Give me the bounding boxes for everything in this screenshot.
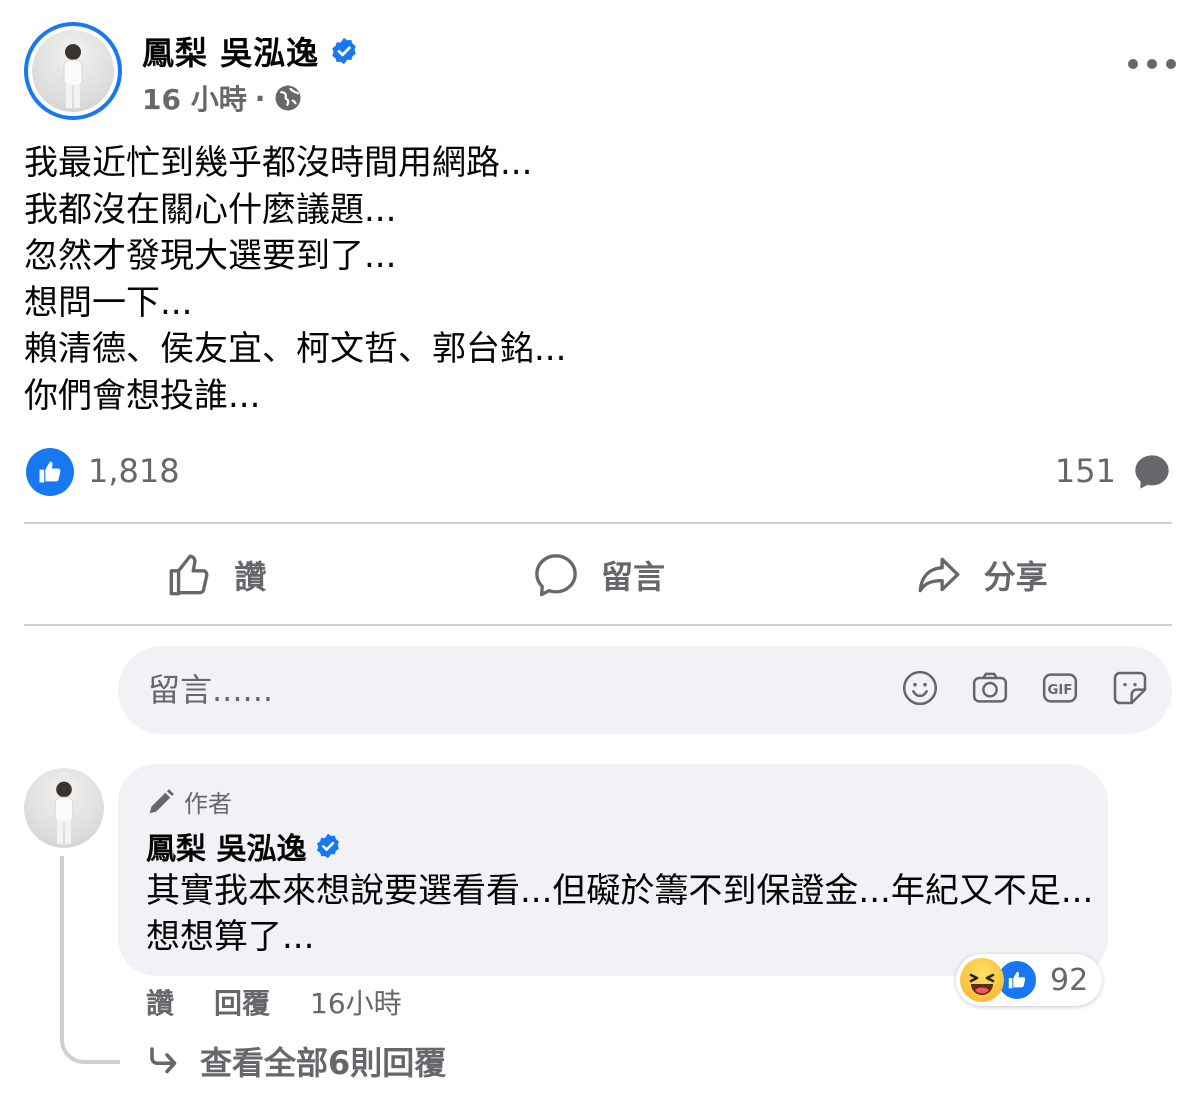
like-label: 讚	[234, 558, 267, 596]
commenter-avatar[interactable]	[24, 768, 104, 848]
like-reaction-icon[interactable]	[26, 448, 74, 496]
comment-icon	[535, 554, 577, 597]
comment-reply-button[interactable]: 回覆	[214, 982, 270, 1022]
comment-input[interactable]	[148, 666, 848, 714]
post-stats: 1,818 151	[24, 448, 1172, 498]
author-avatar[interactable]	[24, 22, 122, 120]
comment-count[interactable]: 151	[1055, 452, 1116, 490]
comment-button[interactable]: 留言	[407, 526, 790, 624]
post-meta: 16 小時 ·	[142, 78, 303, 118]
post-line: 你們會想投誰...	[24, 375, 261, 416]
share-button[interactable]: 分享	[789, 526, 1172, 624]
post-line: 忽然才發現大選要到了...	[24, 236, 397, 276]
post-line: 賴清德、侯友宜、柯文哲、郭台銘...	[24, 329, 567, 369]
author-tag-label: 作者	[184, 790, 232, 818]
verified-badge-icon	[317, 833, 340, 859]
comment-like-button[interactable]: 讚	[146, 982, 174, 1022]
haha-reaction-icon	[960, 958, 1004, 1002]
share-label: 分享	[983, 558, 1048, 596]
avatar-image	[32, 30, 114, 112]
post-line: 想問一下...	[24, 282, 193, 323]
comment-reactions[interactable]: 92	[956, 954, 1103, 1006]
more-dot	[1147, 59, 1157, 69]
post-line: 我最近忙到幾乎都沒時間用網路...	[24, 143, 533, 183]
comment-actions: 讚 回覆 16小時	[146, 982, 402, 1022]
more-dot	[1128, 59, 1138, 69]
emoji-icon[interactable]	[900, 668, 940, 708]
divider	[24, 624, 1172, 626]
thread-line	[60, 856, 120, 1064]
commenter-name-row[interactable]: 鳳梨 吳泓逸	[146, 824, 342, 868]
more-dot	[1166, 59, 1176, 69]
view-replies-link[interactable]: 查看全部6則回覆	[146, 1038, 446, 1084]
gif-icon[interactable]: GIF	[1040, 668, 1080, 708]
view-replies-label: 查看全部6則回覆	[200, 1044, 447, 1082]
person-figure-icon	[54, 781, 74, 845]
commenter-name[interactable]: 鳳梨 吳泓逸	[146, 824, 306, 868]
comment-time[interactable]: 16小時	[310, 982, 402, 1022]
post-time[interactable]: 16 小時	[142, 78, 247, 118]
composer-tools: GIF	[900, 668, 1150, 708]
author-tag: 作者	[146, 784, 232, 819]
divider	[24, 522, 1172, 524]
camera-icon[interactable]	[970, 668, 1010, 708]
reaction-count: 92	[1050, 962, 1089, 998]
meta-separator: ·	[254, 81, 266, 115]
comment-bubble: 作者 鳳梨 吳泓逸 其實我本來想說要選看看...但礙於籌不到保證金...年紀又不…	[118, 764, 1108, 976]
like-count[interactable]: 1,818	[88, 452, 180, 490]
verified-badge-icon	[332, 37, 356, 65]
pencil-icon	[149, 788, 174, 813]
post-line: 我都沒在關心什麼議題...	[24, 189, 397, 230]
comment-count-icon	[1135, 455, 1169, 489]
comment-text: 其實我本來想說要選看看...但礙於籌不到保證金...年紀又不足...想想算了..…	[146, 871, 1094, 957]
author-name[interactable]: 鳳梨 吳泓逸	[142, 28, 319, 74]
action-bar: 讚 留言 分享	[24, 526, 1172, 624]
thumbs-up-icon	[39, 461, 61, 483]
sticker-icon[interactable]	[1110, 668, 1150, 708]
person-figure-icon	[63, 44, 83, 108]
like-button[interactable]: 讚	[24, 526, 407, 624]
post-header: 鳳梨 吳泓逸 16 小時 ·	[24, 22, 1176, 122]
like-icon	[169, 554, 209, 596]
more-icon[interactable]	[1128, 52, 1176, 76]
comment-label: 留言	[601, 558, 666, 596]
svg-text:GIF: GIF	[1047, 683, 1072, 698]
share-icon	[918, 557, 960, 593]
reply-arrow-icon	[150, 1047, 177, 1074]
author-name-row[interactable]: 鳳梨 吳泓逸	[142, 28, 359, 74]
globe-icon	[275, 85, 301, 111]
post-body: 我最近忙到幾乎都沒時間用網路... 我都沒在關心什麼議題... 忽然才發現大選要…	[24, 140, 566, 419]
comment-composer[interactable]: GIF	[118, 646, 1172, 734]
